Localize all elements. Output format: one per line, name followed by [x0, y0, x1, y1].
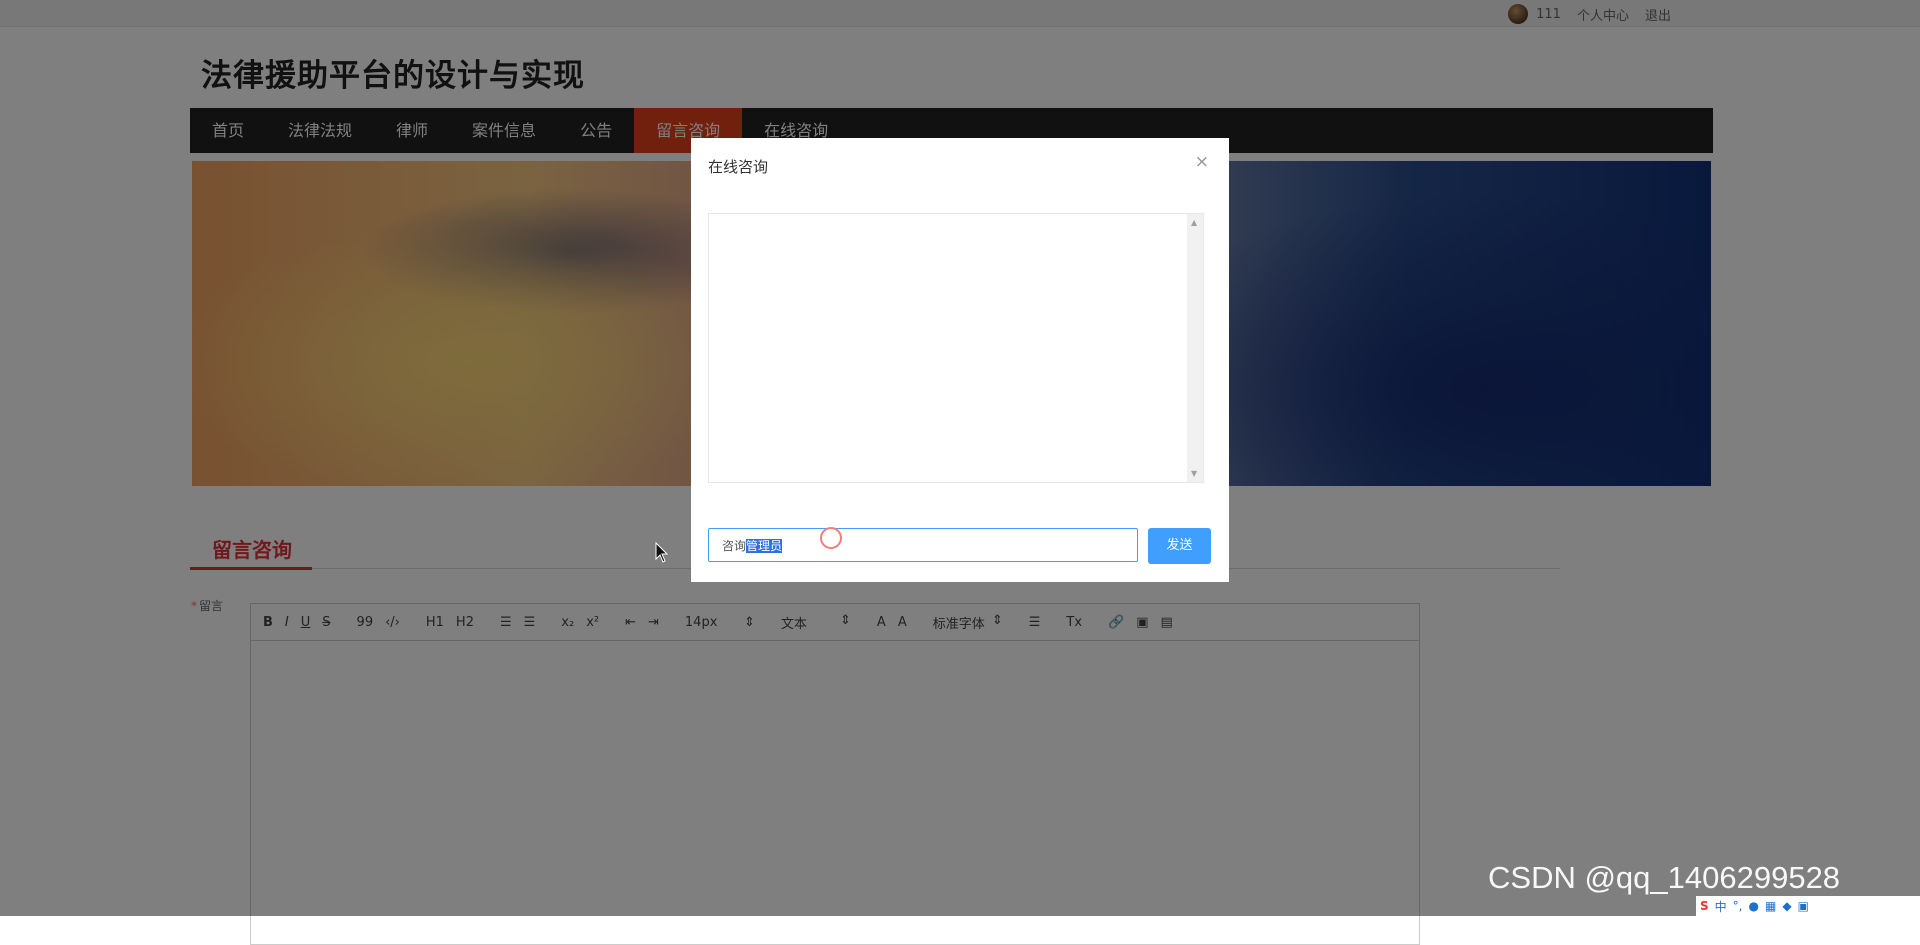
chat-input-value: 咨询管理员 — [722, 537, 783, 554]
scroll-up-icon[interactable]: ▲ — [1191, 218, 1197, 227]
send-button[interactable]: 发送 — [1148, 528, 1211, 564]
skin-icon[interactable]: ◆ — [1782, 899, 1791, 913]
chat-messages-area[interactable]: ▲ ▼ — [708, 213, 1204, 483]
scroll-down-icon[interactable]: ▼ — [1191, 469, 1197, 478]
menu-icon[interactable]: ▣ — [1798, 899, 1809, 913]
scrollbar[interactable]: ▲ ▼ — [1187, 214, 1203, 482]
close-icon[interactable]: × — [1195, 152, 1209, 172]
click-indicator-icon — [820, 527, 842, 549]
keyboard-icon[interactable]: ▦ — [1765, 899, 1776, 913]
chat-input[interactable]: 咨询管理员 — [708, 528, 1138, 562]
online-consult-dialog: 在线咨询 × ▲ ▼ 咨询管理员 发送 — [691, 138, 1229, 582]
punctuation-icon[interactable]: °, — [1733, 899, 1743, 913]
input-selected-text: 管理员 — [746, 539, 783, 553]
watermark: CSDN @qq_1406299528 — [1488, 860, 1841, 895]
dialog-title: 在线咨询 — [708, 158, 769, 176]
mouse-cursor-icon — [655, 542, 669, 563]
input-text: 咨询 — [722, 539, 747, 553]
microphone-icon[interactable]: ● — [1749, 899, 1759, 913]
ime-icon[interactable]: S — [1700, 899, 1709, 913]
system-tray: S 中 °, ● ▦ ◆ ▣ — [1696, 896, 1920, 916]
ime-lang-indicator[interactable]: 中 — [1715, 898, 1727, 915]
